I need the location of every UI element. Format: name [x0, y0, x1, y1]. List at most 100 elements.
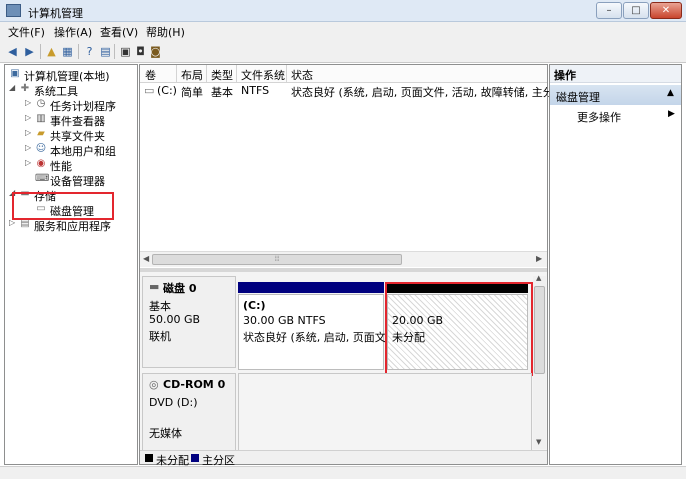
forward-arrow-icon[interactable]: ▶: [22, 44, 37, 59]
cdrom-volume[interactable]: [238, 373, 532, 451]
submenu-arrow-icon: ▶: [668, 109, 675, 119]
disk-icon: ▬: [149, 280, 160, 293]
partition-c-status: 状态良好 (系统, 启动, 页面文件: [243, 331, 397, 344]
table-row[interactable]: ▭ (C:) 简单 基本 NTFS 状态良好 (系统, 启动, 页面文件, 活动…: [140, 83, 569, 99]
collapsed-arrow-icon[interactable]: ▷: [25, 158, 34, 167]
partition-c[interactable]: (C:) 30.00 GB NTFS 状态良好 (系统, 启动, 页面文件: [238, 294, 397, 370]
menu-view[interactable]: 查看(V): [100, 24, 138, 40]
navigation-tree: ▣ 计算机管理(本地) ◢ ✚ 系统工具 ▷ ◷ 任务计划程序 ▷ ▥ 事件查看…: [4, 64, 138, 465]
toolbar-separator: [40, 44, 41, 59]
column-volume[interactable]: 卷: [145, 67, 156, 83]
column-filesystem[interactable]: 文件系统: [241, 67, 285, 83]
scroll-down-icon[interactable]: ▼: [536, 438, 541, 446]
users-icon: ☺: [35, 143, 47, 154]
computer-management-icon: [6, 4, 21, 17]
volume-name: (C:): [157, 84, 177, 97]
menu-help[interactable]: 帮助(H): [146, 24, 185, 40]
tree-item-event-viewer[interactable]: ▷ ▥ 事件查看器: [25, 112, 135, 128]
scroll-up-icon[interactable]: ▲: [536, 274, 541, 282]
disk-0-size: 50.00 GB: [149, 313, 201, 326]
cdrom-info[interactable]: ◎ CD-ROM 0 DVD (D:) 无媒体: [142, 373, 236, 451]
column-status[interactable]: 状态: [291, 67, 313, 83]
tree-item-task-scheduler[interactable]: ▷ ◷ 任务计划程序: [25, 97, 135, 113]
tree-item-shared-folders[interactable]: ▷ ▰ 共享文件夹: [25, 127, 135, 143]
maximize-button[interactable]: □: [623, 2, 649, 19]
window-title: 计算机管理: [28, 7, 83, 20]
primary-partition-bar: [238, 282, 384, 293]
clock-icon: ◷: [36, 98, 46, 109]
disk-0-info[interactable]: ▬ 磁盘 0 基本 50.00 GB 联机: [142, 276, 236, 368]
highlight-box-unallocated: [385, 282, 533, 376]
disk-map: ▬ 磁盘 0 基本 50.00 GB 联机 (C:) 30.00 GB NTFS…: [140, 272, 547, 464]
more-actions-item[interactable]: 更多操作 ▶: [550, 107, 681, 124]
actions-section-disk-management[interactable]: 磁盘管理 ▲: [550, 85, 681, 105]
toolbar: ◀ ▶ ▲ ▦ ? ▤ ▣ ◘ ◙: [0, 40, 686, 63]
collapsed-arrow-icon[interactable]: ▷: [25, 143, 34, 152]
center-pane: 卷 布局 类型 文件系统 状态 ▭ (C:) 简单 基本 NTFS 状态良好 (…: [139, 64, 569, 467]
column-type[interactable]: 类型: [211, 67, 233, 83]
collapsed-arrow-icon[interactable]: ▷: [25, 113, 34, 122]
status-bar: [0, 466, 686, 479]
volume-layout: 简单: [181, 86, 203, 99]
close-button[interactable]: ✕: [650, 2, 682, 19]
partition-c-label: (C:): [243, 299, 266, 312]
primary-swatch: [191, 454, 199, 462]
volume-list-header: 卷 布局 类型 文件系统 状态: [140, 65, 547, 83]
properties-icon[interactable]: ▤: [98, 44, 113, 59]
actions-title: 操作: [554, 69, 576, 82]
actions-header: 操作: [550, 65, 681, 83]
menu-file[interactable]: 文件(F): [8, 24, 45, 40]
scroll-right-icon[interactable]: ▶: [536, 254, 542, 263]
disk-0-title: 磁盘 0: [163, 282, 197, 295]
partition-c-size: 30.00 GB NTFS: [243, 314, 326, 327]
tree-item-root[interactable]: ▣ 计算机管理(本地): [7, 67, 137, 83]
toolbar-separator: [78, 44, 79, 59]
actions-pane: 操作 磁盘管理 ▲ 更多操作 ▶: [549, 64, 682, 465]
column-divider[interactable]: [236, 65, 237, 83]
up-folder-icon[interactable]: ▲: [44, 44, 59, 59]
tree-item-device-manager[interactable]: ⌨ 设备管理器: [25, 172, 135, 188]
tree-item-label: 服务和应用程序: [34, 220, 111, 233]
tree-item-system-tools[interactable]: ◢ ✚ 系统工具: [9, 82, 135, 98]
unallocated-swatch: [145, 454, 153, 462]
column-divider[interactable]: [176, 65, 177, 83]
tools-icon: ✚: [20, 83, 30, 94]
menu-action[interactable]: 操作(A): [54, 24, 92, 40]
device-manager-icon: ⌨: [35, 173, 50, 184]
expanded-arrow-icon[interactable]: ◢: [9, 83, 18, 92]
back-arrow-icon[interactable]: ◀: [5, 44, 20, 59]
refresh-icon[interactable]: ◘: [133, 44, 148, 59]
collapsed-arrow-icon[interactable]: ▷: [25, 98, 34, 107]
cdrom-title: CD-ROM 0: [163, 378, 226, 391]
show-hide-tree-icon[interactable]: ▦: [60, 44, 75, 59]
export-icon[interactable]: ▣: [118, 44, 133, 59]
help-icon[interactable]: ?: [82, 44, 97, 59]
cdrom-type: DVD (D:): [149, 396, 198, 409]
collapsed-arrow-icon[interactable]: ▷: [25, 128, 34, 137]
volume-type: 基本: [211, 86, 233, 99]
title-bar: 计算机管理 – □ ✕: [0, 0, 686, 22]
legend: 未分配 主分区: [140, 450, 547, 467]
minimize-button[interactable]: –: [596, 2, 622, 19]
tree-item-local-users[interactable]: ▷ ☺ 本地用户和组: [25, 142, 135, 158]
horizontal-scrollbar[interactable]: ◀ ⦙⦙⦙ ▶: [140, 251, 547, 267]
settings-icon[interactable]: ◙: [148, 44, 163, 59]
volume-status: 状态良好 (系统, 启动, 页面文件, 活动, 故障转储, 主分区): [291, 86, 570, 99]
scrollbar-thumb[interactable]: [534, 286, 545, 374]
disk-0-state: 联机: [149, 330, 171, 343]
computer-icon: ▣: [10, 68, 20, 79]
tree-item-performance[interactable]: ▷ ◉ 性能: [25, 157, 135, 173]
cdrom-media: 无媒体: [149, 427, 182, 440]
scroll-left-icon[interactable]: ◀: [143, 254, 149, 263]
collapse-arrow-icon[interactable]: ▲: [667, 88, 674, 98]
vertical-scrollbar[interactable]: ▲ ▼: [533, 274, 546, 449]
actions-section-label: 磁盘管理: [556, 91, 600, 104]
volume-filesystem: NTFS: [241, 84, 270, 97]
column-layout[interactable]: 布局: [181, 67, 203, 83]
column-divider[interactable]: [286, 65, 287, 83]
more-actions-label: 更多操作: [577, 111, 621, 124]
performance-icon: ◉: [36, 158, 46, 169]
column-divider[interactable]: [206, 65, 207, 83]
scrollbar-thumb[interactable]: ⦙⦙⦙: [152, 254, 402, 265]
event-viewer-icon: ▥: [36, 113, 46, 124]
